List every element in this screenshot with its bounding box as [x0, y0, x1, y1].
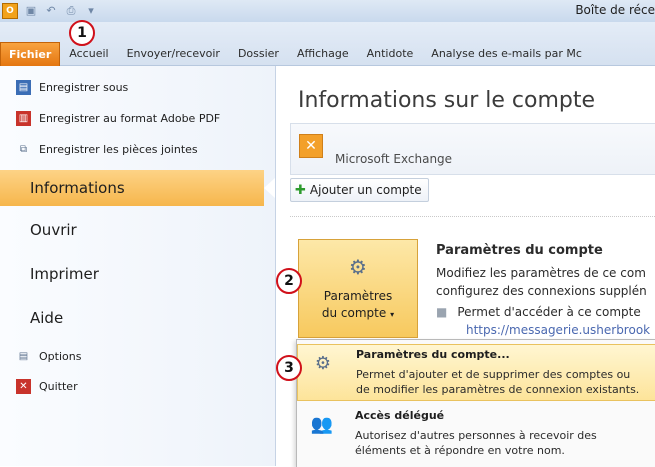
nav-tab-open[interactable]: Ouvrir — [0, 212, 275, 248]
section-desc-line1: Modifiez les paramètres de ce com — [436, 266, 646, 280]
tab-folder[interactable]: Dossier — [229, 42, 288, 65]
save-as-label: Enregistrer sous — [39, 81, 129, 94]
tab-view[interactable]: Affichage — [288, 42, 358, 65]
webmail-link[interactable]: https://messagerie.usherbrook — [466, 323, 650, 337]
options-label: Options — [39, 350, 82, 363]
account-settings-icon: ⚙ — [314, 353, 332, 374]
account-settings-label-line2: du compte — [321, 306, 387, 320]
outlook-app-icon[interactable]: O — [2, 3, 18, 19]
attachments-icon: ⧉ — [19, 144, 28, 155]
save-attachments-label: Enregistrer les pièces jointes — [39, 143, 198, 156]
section-title: Paramètres du compte — [436, 243, 603, 258]
bullet-icon: ■ — [436, 305, 448, 319]
delegate-users-icon: 👥 — [310, 414, 334, 435]
account-selector[interactable]: ✕ Microsoft Exchange — [290, 123, 655, 175]
callout-2: 2 — [276, 268, 302, 294]
menu-item-title: Accès délégué — [355, 409, 445, 422]
options-icon: ▤ — [18, 351, 29, 362]
section-divider — [290, 216, 655, 217]
print-icon[interactable]: ⎙ — [64, 4, 78, 18]
exit-label: Quitter — [39, 380, 78, 393]
account-settings-label-line1: Paramètres — [323, 289, 393, 303]
save-pdf-label: Enregistrer au format Adobe PDF — [39, 112, 221, 125]
nav-tab-info[interactable]: Informations — [0, 170, 275, 206]
plus-icon: ✚ — [295, 182, 306, 198]
menu-item-description: Autorisez d'autres personnes à recevoir … — [355, 428, 597, 458]
exchange-icon: ✕ — [299, 134, 323, 158]
add-account-label: Ajouter un compte — [309, 183, 422, 197]
account-type-label: Microsoft Exchange — [335, 152, 453, 166]
options-command[interactable]: ▤ Options — [16, 349, 82, 364]
send-receive-icon[interactable]: ▣ — [24, 4, 38, 18]
callout-1: 1 — [69, 20, 95, 46]
section-bullet: ■ Permet d'accéder à ce compte — [436, 305, 641, 319]
menu-item-account-settings[interactable]: ⚙ Paramètres du compte... Permet d'ajout… — [297, 344, 655, 401]
menu-item-delegate-access[interactable]: 👥 Accès délégué Autorisez d'autres perso… — [297, 406, 655, 463]
account-settings-label: Paramètres du compte ▾ — [299, 288, 417, 323]
account-settings-menu: ⚙ Paramètres du compte... Permet d'ajout… — [296, 339, 655, 467]
section-desc-line2: configurez des connexions supplén — [436, 284, 647, 298]
menu-item-desc-line2: de modifier les paramètres de connexion … — [356, 383, 640, 396]
tab-home[interactable]: Accueil — [60, 42, 117, 65]
callout-3: 3 — [276, 355, 302, 381]
menu-item-desc-line1: Permet d'ajouter et de supprimer des com… — [356, 368, 631, 381]
section-description: Modifiez les paramètres de ce com config… — [436, 264, 647, 300]
menu-item-desc-line1: Autorisez d'autres personnes à recevoir … — [355, 429, 597, 442]
save-attachments-command[interactable]: ⧉ Enregistrer les pièces jointes — [16, 142, 198, 157]
tab-file[interactable]: Fichier — [0, 42, 61, 66]
nav-tab-help[interactable]: Aide — [0, 300, 275, 336]
chevron-down-icon: ▾ — [390, 310, 395, 319]
nav-tab-print[interactable]: Imprimer — [0, 256, 275, 292]
add-account-button[interactable]: ✚ Ajouter un compte — [290, 178, 429, 202]
account-settings-icon: ⚙ — [349, 255, 367, 279]
customize-qat-icon[interactable]: ▾ — [84, 4, 98, 18]
section-bullet-text: Permet d'accéder à ce compte — [457, 305, 641, 319]
menu-item-title: Paramètres du compte... — [356, 348, 510, 361]
undo-icon[interactable]: ↶ — [44, 4, 58, 18]
menu-item-description: Permet d'ajouter et de supprimer des com… — [356, 367, 639, 397]
quick-access-toolbar: O ▣ ↶ ⎙ ▾ — [2, 3, 98, 19]
pdf-icon: ▥ — [16, 111, 31, 126]
ribbon-tab-bar: Fichier Accueil Envoyer/recevoir Dossier… — [0, 22, 655, 66]
window-title: Boîte de réce — [575, 3, 655, 17]
exit-command[interactable]: ✕ Quitter — [16, 379, 78, 394]
page-title: Informations sur le compte — [298, 88, 595, 113]
exit-icon: ✕ — [16, 379, 31, 394]
tab-antidote[interactable]: Antidote — [358, 42, 423, 65]
tab-email-analysis[interactable]: Analyse des e-mails par Mc — [422, 42, 591, 65]
save-as-icon: ▤ — [16, 80, 31, 95]
tab-send-receive[interactable]: Envoyer/recevoir — [118, 42, 229, 65]
account-settings-button[interactable]: ⚙ Paramètres du compte ▾ — [298, 239, 418, 338]
title-bar: O ▣ ↶ ⎙ ▾ Boîte de réce — [0, 0, 655, 22]
save-as-command[interactable]: ▤ Enregistrer sous — [16, 80, 128, 95]
save-pdf-command[interactable]: ▥ Enregistrer au format Adobe PDF — [16, 111, 220, 126]
backstage-nav: ▤ Enregistrer sous ▥ Enregistrer au form… — [0, 66, 276, 466]
menu-item-desc-line2: éléments et à répondre en votre nom. — [355, 444, 565, 457]
